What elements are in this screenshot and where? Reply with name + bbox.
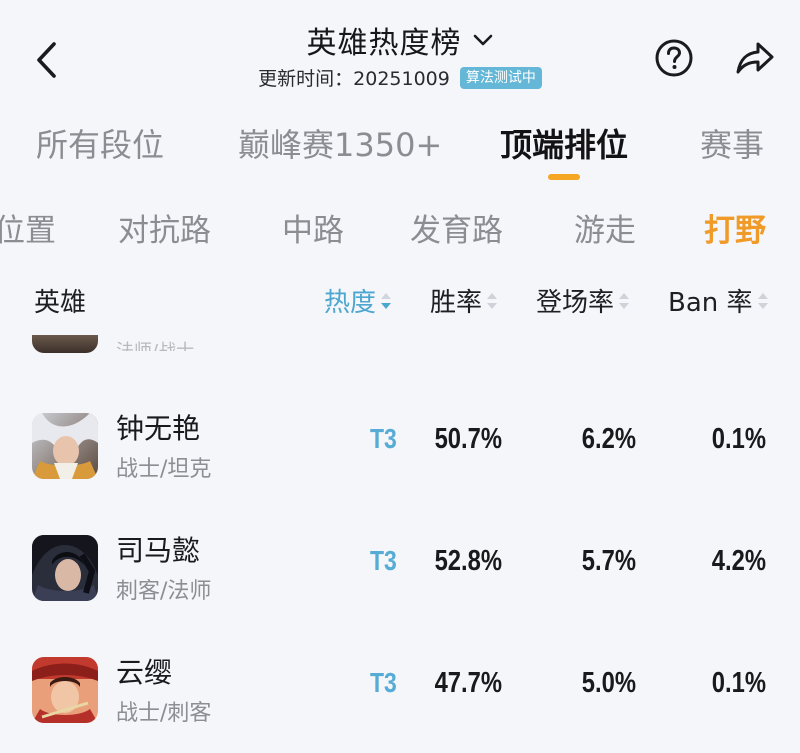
hero-name: 钟无艳 [116, 412, 201, 445]
column-hero: 英雄 [34, 282, 86, 319]
hero-tier: T3 [370, 545, 397, 576]
page-title: 英雄热度榜 [306, 26, 462, 61]
table-row[interactable]: 司马懿 刺客/法师 T3 52.8% 5.7% 4.2% [0, 534, 800, 645]
sort-icon [757, 292, 768, 309]
sort-icon [619, 292, 630, 309]
top-bar: 英雄热度榜 更新时间：20251009 算法测试中 [0, 0, 800, 100]
tab-top-ranked[interactable]: 顶端排位 [500, 120, 628, 166]
hero-avatar [32, 657, 98, 723]
column-win-label: 胜率 [430, 288, 483, 318]
position-filter: 位置 对抗路 中路 发育路 游走 打野 [0, 205, 800, 255]
column-hero-label: 英雄 [34, 288, 87, 318]
column-ban-sort[interactable]: Ban 率 [668, 282, 769, 319]
share-arrow-icon [736, 42, 774, 74]
column-heat-sort[interactable]: 热度 [324, 282, 392, 319]
appear-rate: 6.2% [581, 423, 636, 455]
sort-icon [487, 292, 498, 309]
hero-role: 战士/刺客 [116, 701, 212, 726]
hero-avatar [32, 413, 98, 479]
column-appear-label: 登场率 [536, 288, 615, 318]
position-mid-lane[interactable]: 中路 [282, 205, 344, 250]
question-circle-icon [655, 39, 693, 77]
win-rate: 52.8% [434, 545, 502, 577]
tab-all-ranks[interactable]: 所有段位 [36, 120, 164, 166]
position-all[interactable]: 位置 [0, 205, 56, 250]
hero-tier: T3 [370, 423, 397, 454]
position-clash-lane[interactable]: 对抗路 [118, 205, 211, 250]
update-time: 更新时间：20251009 [258, 68, 450, 90]
hero-avatar-partial [32, 335, 98, 353]
table-row[interactable]: 钟无艳 战士/坦克 T3 50.7% 6.2% 0.1% [0, 412, 800, 523]
share-button[interactable] [734, 38, 776, 78]
appear-rate: 5.0% [581, 667, 636, 699]
rank-tabs: 所有段位 巅峰赛1350+ 顶端排位 赛事 [0, 120, 800, 180]
help-button[interactable] [654, 38, 694, 78]
partial-row-role: 法师/战士 [116, 337, 194, 351]
hero-tier: T3 [370, 667, 397, 698]
appear-rate: 5.7% [581, 545, 636, 577]
ban-rate: 0.1% [711, 667, 766, 699]
win-rate: 50.7% [434, 423, 502, 455]
hero-list: 法师/战士 钟无艳 战士/坦克 T3 50.7% [0, 335, 800, 753]
ban-rate: 0.1% [711, 423, 766, 455]
ranking-title-dropdown[interactable]: 英雄热度榜 [307, 18, 494, 62]
column-ban-label: Ban 率 [668, 288, 753, 318]
table-row[interactable]: 云缨 战士/刺客 T3 47.7% 5.0% 0.1% [0, 656, 800, 753]
column-appear-sort[interactable]: 登场率 [536, 282, 630, 319]
tab-peak-1350[interactable]: 巅峰赛1350+ [238, 120, 442, 166]
active-tab-indicator [548, 174, 580, 180]
hero-role: 刺客/法师 [116, 579, 212, 604]
table-header: 英雄 热度 胜率 登场率 Ban 率 [0, 282, 800, 326]
position-roam[interactable]: 游走 [574, 205, 636, 250]
position-jungle[interactable]: 打野 [704, 205, 766, 250]
position-farm-lane[interactable]: 发育路 [410, 205, 503, 250]
sort-desc-icon [381, 292, 392, 309]
hero-avatar [32, 535, 98, 601]
hero-name: 云缨 [116, 656, 173, 689]
win-rate: 47.7% [434, 667, 502, 699]
ban-rate: 4.2% [711, 545, 766, 577]
hero-role: 战士/坦克 [116, 457, 212, 482]
algo-test-badge: 算法测试中 [459, 66, 542, 89]
hero-name: 司马懿 [116, 534, 201, 567]
column-heat-label: 热度 [324, 288, 377, 318]
tab-tournament[interactable]: 赛事 [700, 120, 764, 166]
chevron-down-icon [473, 34, 492, 46]
column-win-sort[interactable]: 胜率 [430, 282, 498, 319]
